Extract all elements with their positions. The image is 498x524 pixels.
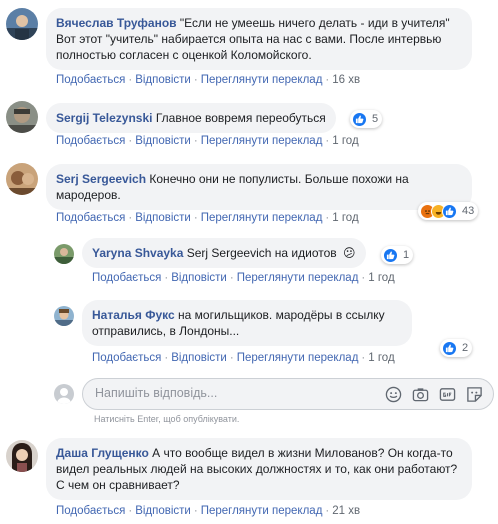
confused-emoji: 😕: [343, 246, 356, 260]
reply-link[interactable]: Відповісти: [171, 272, 227, 284]
reply-input[interactable]: [95, 386, 365, 400]
like-icon: [383, 247, 398, 263]
see-translation-link[interactable]: Переглянути переклад: [201, 212, 323, 224]
comment-actions: Подобається · Відповісти · Переглянути перек…: [56, 135, 359, 147]
comment-actions: Подобається · Відповісти · Переглянути перек…: [56, 212, 359, 224]
reply-actions: Подобається · Відповісти · Переглянути перек…: [92, 272, 395, 284]
like-icon: [352, 111, 367, 127]
like-link[interactable]: Подобається: [56, 212, 125, 224]
timestamp[interactable]: 16 хв: [332, 74, 360, 86]
see-translation-link[interactable]: Переглянути переклад: [201, 74, 323, 86]
timestamp[interactable]: 1 год: [368, 272, 394, 284]
comment-author[interactable]: Yaryna Shvayka: [92, 246, 183, 260]
reply-link[interactable]: Відповісти: [135, 135, 191, 147]
timestamp[interactable]: 1 год: [332, 212, 358, 224]
gif-icon[interactable]: [439, 386, 456, 403]
emoji-icon[interactable]: [385, 386, 402, 403]
timestamp[interactable]: 21 хв: [332, 505, 360, 517]
comment-actions: Подобається · Відповісти · Переглянути перек…: [56, 505, 361, 517]
see-translation-link[interactable]: Переглянути переклад: [201, 135, 323, 147]
comment-author[interactable]: Serj Sergeevich: [56, 172, 146, 186]
comment-author[interactable]: Наталья Фукс: [92, 308, 175, 322]
reaction-count: 2: [462, 342, 469, 354]
comment-text: Главное вовремя переобуться: [152, 111, 326, 125]
reactions-badge[interactable]: 1: [381, 246, 414, 264]
like-link[interactable]: Подобається: [92, 272, 161, 284]
avatar[interactable]: [6, 8, 38, 40]
see-translation-link[interactable]: Переглянути переклад: [201, 505, 323, 517]
reaction-count: 5: [372, 113, 379, 125]
comment-bubble: Вячеслав Труфанов "Если не умеешь ничего…: [46, 8, 472, 70]
avatar[interactable]: [6, 101, 38, 133]
comment-actions: Подобається · Відповісти · Переглянути перек…: [56, 74, 361, 86]
like-link[interactable]: Подобається: [56, 135, 125, 147]
camera-icon[interactable]: [412, 386, 429, 403]
composer-hint: Натисніть Enter, щоб опублікувати.: [94, 414, 240, 424]
reply-link[interactable]: Відповісти: [135, 74, 191, 86]
reply-link[interactable]: Відповісти: [135, 212, 191, 224]
like-link[interactable]: Подобається: [92, 352, 161, 364]
avatar[interactable]: [6, 163, 38, 195]
see-translation-link[interactable]: Переглянути переклад: [237, 272, 359, 284]
comment-text: Serj Sergeevich на идиотов: [183, 246, 337, 260]
reply-bubble: Наталья Фукс на могильщиков. мародёры в …: [82, 300, 412, 346]
reactions-badge[interactable]: 5: [350, 110, 383, 128]
comment-bubble: Даша Глущенко А что вообще видел в жизни…: [46, 438, 472, 500]
reaction-count: 43: [462, 205, 475, 217]
reply-link[interactable]: Відповісти: [171, 352, 227, 364]
like-icon: [442, 340, 457, 356]
comment-author[interactable]: Вячеслав Труфанов: [56, 16, 177, 30]
avatar: [54, 384, 74, 404]
avatar[interactable]: [54, 306, 74, 326]
reactions-badge[interactable]: 43: [418, 202, 479, 220]
see-translation-link[interactable]: Переглянути переклад: [237, 352, 359, 364]
comment-author[interactable]: Sergij Telezynski: [56, 111, 153, 125]
reaction-count: 1: [403, 249, 410, 261]
avatar[interactable]: [54, 244, 74, 264]
reply-link[interactable]: Відповісти: [135, 505, 191, 517]
comment-bubble: Sergij Telezynski Главное вовремя переоб…: [46, 103, 336, 133]
like-icon: [442, 203, 457, 219]
reply-actions: Подобається · Відповісти · Переглянути перек…: [92, 352, 395, 364]
reactions-badge[interactable]: 2: [440, 339, 473, 357]
avatar[interactable]: [6, 440, 38, 472]
timestamp[interactable]: 1 год: [332, 135, 358, 147]
like-link[interactable]: Подобається: [56, 505, 125, 517]
reply-composer: [82, 378, 494, 410]
timestamp[interactable]: 1 год: [368, 352, 394, 364]
comment-author[interactable]: Даша Глущенко: [56, 446, 149, 460]
reply-bubble: Yaryna Shvayka Serj Sergeevich на идиото…: [82, 238, 366, 268]
comment-bubble: Serj Sergeevich Конечно они не популисты…: [46, 164, 472, 210]
sticker-icon[interactable]: [466, 386, 483, 403]
like-link[interactable]: Подобається: [56, 74, 125, 86]
